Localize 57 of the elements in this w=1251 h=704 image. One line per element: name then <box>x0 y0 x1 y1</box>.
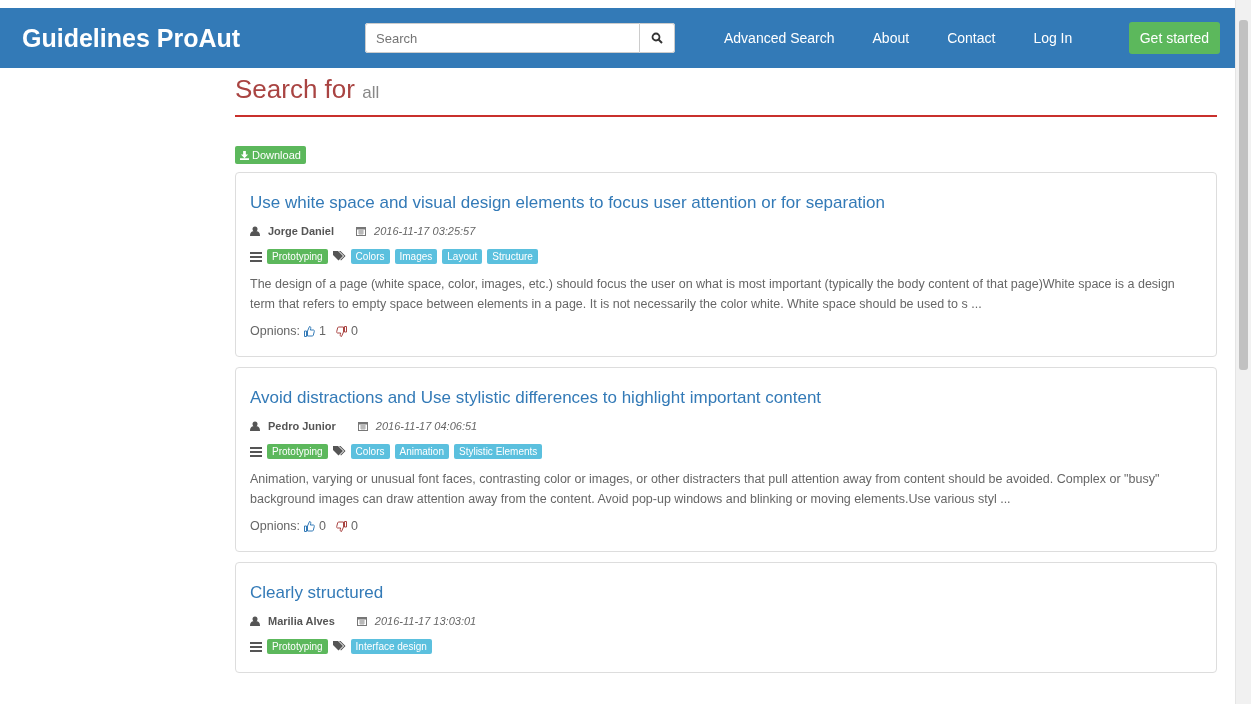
list-icon <box>250 641 262 652</box>
calendar-icon <box>356 226 367 236</box>
opinions-label: Opnions: <box>250 519 301 533</box>
calendar-icon <box>356 616 367 626</box>
nav-link[interactable]: About <box>853 30 929 46</box>
tag-label[interactable]: Colors <box>350 249 390 264</box>
thumbs-up-icon[interactable] <box>304 325 316 337</box>
category-label[interactable]: Prototyping <box>267 249 328 264</box>
calendar-icon <box>357 421 368 431</box>
tag-label[interactable]: Colors <box>350 444 390 459</box>
thumbs-down-icon[interactable] <box>336 520 347 532</box>
download-button[interactable]: Download <box>235 146 306 164</box>
search-icon <box>651 32 663 44</box>
likes-count: 0 <box>319 519 326 533</box>
tag-label[interactable]: Animation <box>394 444 449 459</box>
result-title[interactable]: Use white space and visual design elements to focus user attention or for separation <box>250 193 1202 213</box>
category-label[interactable]: Prototyping <box>267 444 328 459</box>
page-heading: Search for all <box>235 73 381 105</box>
search-field[interactable]: Search <box>365 23 675 53</box>
user-icon <box>250 616 260 626</box>
get-started-button[interactable]: Get started <box>1128 22 1220 54</box>
thumbs-down-icon[interactable] <box>336 325 347 337</box>
nav-link[interactable]: Advanced Search <box>705 30 854 46</box>
tag-label[interactable]: Images <box>394 249 438 264</box>
dislikes-count: 0 <box>351 519 358 533</box>
list-icon <box>250 446 262 457</box>
post-date: 2016-11-17 13:03:01 <box>374 615 477 627</box>
likes-count: 1 <box>319 324 326 338</box>
tag-label[interactable]: Stylistic Elements <box>453 444 543 459</box>
dislikes-count: 0 <box>351 324 358 338</box>
author-name: Marilia Alves <box>268 615 335 627</box>
thumbs-up-icon[interactable] <box>304 520 316 532</box>
author-name: Jorge Daniel <box>268 225 335 237</box>
opinions-label: Opnions: <box>250 324 301 338</box>
author-name: Pedro Junior <box>268 420 336 432</box>
nav-link[interactable]: Log In <box>1014 30 1092 46</box>
result-title[interactable]: Clearly structured <box>250 583 1202 603</box>
tag-label[interactable]: Interface design <box>350 639 432 654</box>
result-summary: The design of a page (white space, color, images, etc.) should focus the user on what is most important (typically the body content of that page)White space is a design term that refers to empty space between elements in a page. It is not necessarily the color white. White space should be used to s ... <box>250 276 1176 313</box>
tags-icon <box>332 251 346 262</box>
category-label[interactable]: Prototyping <box>267 639 328 654</box>
scrollbar[interactable] <box>1235 0 1251 704</box>
result-summary: Animation, varying or unusual font faces, contrasting color or images, or other distracters that pull attention away from content should be avoided. Complex or "busy" background images can draw attention away from the content. Avoid pop-up windows and blinking or moving elements.Use various styl ... <box>250 471 1161 508</box>
search-button[interactable] <box>640 23 675 53</box>
brand-title[interactable]: Guidelines ProAut <box>22 23 365 53</box>
list-icon <box>250 251 262 262</box>
post-date: 2016-11-17 04:06:51 <box>375 420 478 432</box>
result-title[interactable]: Avoid distractions and Use stylistic differences to highlight important content <box>250 388 1202 408</box>
post-date: 2016-11-17 03:25:57 <box>374 225 476 237</box>
tag-label[interactable]: Layout <box>442 249 483 264</box>
tag-label[interactable]: Structure <box>487 249 538 264</box>
tags-icon <box>332 446 346 457</box>
nav-link[interactable]: Contact <box>928 30 1015 46</box>
user-icon <box>250 421 260 431</box>
user-icon <box>250 226 260 236</box>
tags-icon <box>332 641 346 652</box>
download-icon <box>240 150 249 160</box>
